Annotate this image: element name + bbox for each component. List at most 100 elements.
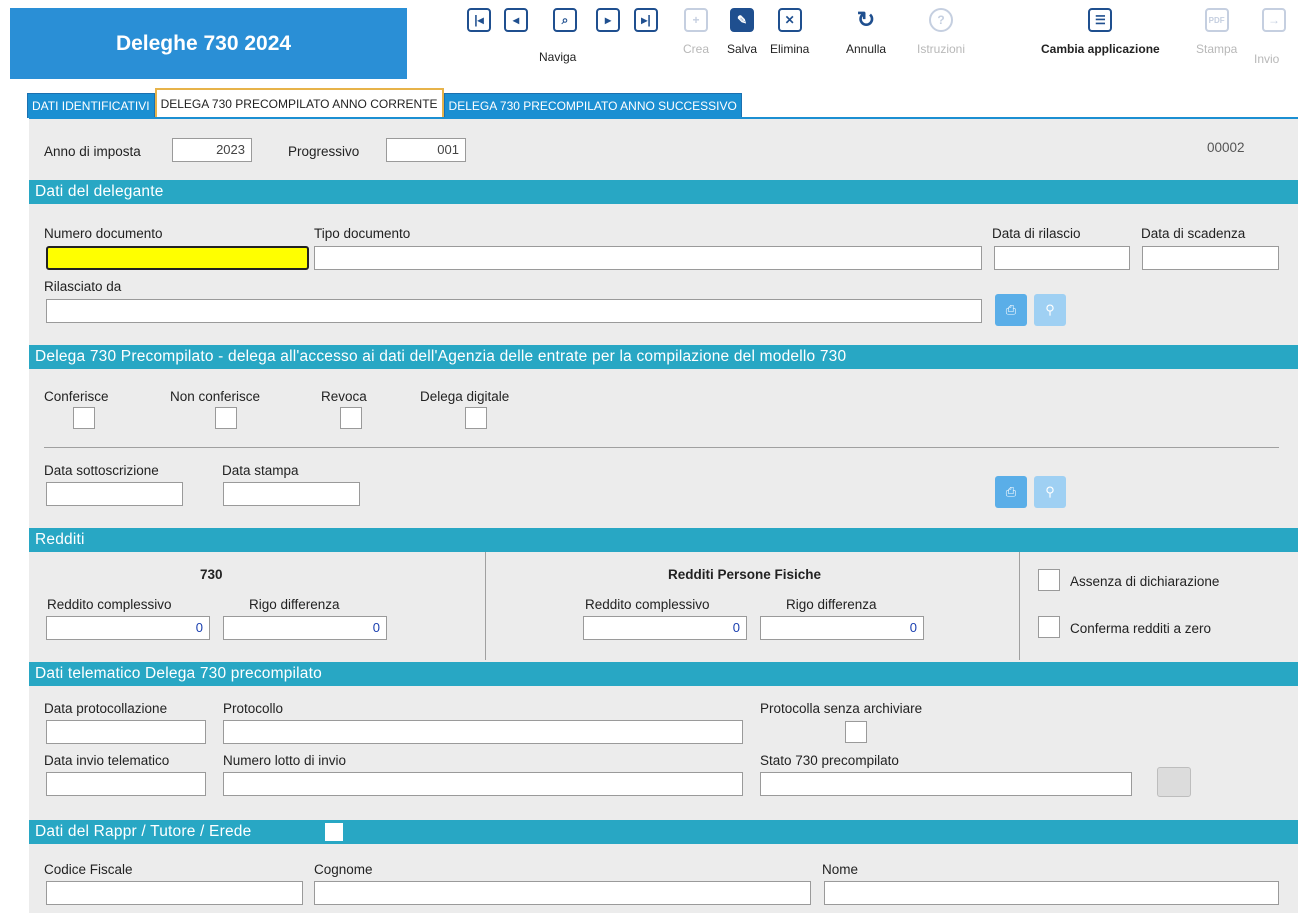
data-scadenza-field[interactable] xyxy=(1142,246,1279,270)
istruzioni-button[interactable]: ? Istruzioni xyxy=(917,8,965,56)
tab-dati-identificativi[interactable]: DATI IDENTIFICATIVI xyxy=(27,93,155,118)
first-record-icon[interactable]: |◂ xyxy=(467,8,491,32)
cognome-label: Cognome xyxy=(314,862,373,877)
form-panel: Anno di imposta 2023 Progressivo 001 000… xyxy=(29,117,1298,913)
save-pencil-icon: ✎ xyxy=(730,8,755,32)
numero-documento-field[interactable] xyxy=(46,246,309,270)
data-scadenza-label: Data di scadenza xyxy=(1141,226,1246,241)
conferma-zero-checkbox[interactable] xyxy=(1038,616,1060,638)
cambia-label: Cambia applicazione xyxy=(1041,42,1160,56)
section-dati-delegante: Dati del delegante xyxy=(29,180,1298,204)
section-telematico: Dati telematico Delega 730 precompilato xyxy=(29,662,1298,686)
rigo-differenza-730-field[interactable]: 0 xyxy=(223,616,387,640)
non-conferisce-label: Non conferisce xyxy=(170,389,261,404)
record-code: 00002 xyxy=(1207,140,1245,155)
nome-field[interactable] xyxy=(824,881,1279,905)
delete-icon: ✕ xyxy=(777,8,802,32)
protocollo-field[interactable] xyxy=(223,720,743,744)
stampa-label: Stampa xyxy=(1196,42,1238,56)
delega-digitale-checkbox[interactable] xyxy=(465,407,487,429)
assenza-checkbox[interactable] xyxy=(1038,569,1060,591)
rappr-checkbox[interactable] xyxy=(325,823,343,841)
rilasciato-da-field[interactable] xyxy=(46,299,982,323)
stato-field[interactable] xyxy=(760,772,1132,796)
print-icon[interactable]: ⎙ xyxy=(995,294,1027,326)
tipo-documento-label: Tipo documento xyxy=(314,226,411,241)
codice-fiscale-label: Codice Fiscale xyxy=(44,862,133,877)
conferma-zero-label: Conferma redditi a zero xyxy=(1070,621,1212,636)
codice-fiscale-field[interactable] xyxy=(46,881,303,905)
reddito-complessivo-730-label: Reddito complessivo xyxy=(47,597,172,612)
cambia-applicazione-button[interactable]: ☰ Cambia applicazione xyxy=(1041,8,1160,56)
section-delega-730: Delega 730 Precompilato - delega all'acc… xyxy=(29,345,1298,369)
section-redditi: Redditi xyxy=(29,528,1298,552)
stampa-button[interactable]: PDF Stampa xyxy=(1196,8,1237,56)
search-record-icon[interactable]: ⌕ xyxy=(553,8,577,32)
data-invio-label: Data invio telematico xyxy=(44,753,170,768)
assenza-label: Assenza di dichiarazione xyxy=(1070,574,1220,589)
data-sottoscrizione-label: Data sottoscrizione xyxy=(44,463,159,478)
progressivo-field[interactable]: 001 xyxy=(386,138,466,162)
anno-field[interactable]: 2023 xyxy=(172,138,252,162)
tipo-documento-field[interactable] xyxy=(314,246,982,270)
data-rilascio-field[interactable] xyxy=(994,246,1130,270)
anno-label: Anno di imposta xyxy=(44,144,141,159)
undo-icon: ↻ xyxy=(854,7,879,32)
previous-record-icon[interactable]: ◂ xyxy=(504,8,528,32)
data-rilascio-label: Data di rilascio xyxy=(992,226,1081,241)
annulla-button[interactable]: ↻ Annulla xyxy=(846,7,887,56)
salva-button[interactable]: ✎ Salva xyxy=(727,8,757,56)
col-730-title: 730 xyxy=(200,567,223,582)
redditi-divider-right xyxy=(1019,552,1020,660)
lookup-icon[interactable]: ⚲ xyxy=(1034,294,1066,326)
app-title: Deleghe 730 2024 xyxy=(10,8,407,79)
protocolla-label: Protocolla senza archiviare xyxy=(760,701,923,716)
reddito-complessivo-730-field[interactable]: 0 xyxy=(46,616,210,640)
reddito-complessivo-rpf-label: Reddito complessivo xyxy=(585,597,710,612)
help-icon: ? xyxy=(929,8,954,32)
print-icon[interactable]: ⎙ xyxy=(995,476,1027,508)
numero-documento-label: Numero documento xyxy=(44,226,163,241)
conferisce-checkbox[interactable] xyxy=(73,407,95,429)
data-protocollazione-label: Data protocollazione xyxy=(44,701,168,716)
lookup-icon[interactable]: ⚲ xyxy=(1034,476,1066,508)
list-icon: ☰ xyxy=(1088,8,1113,32)
stato-button[interactable] xyxy=(1157,767,1191,797)
divider xyxy=(44,447,1279,448)
protocolla-checkbox[interactable] xyxy=(845,721,867,743)
istruzioni-label: Istruzioni xyxy=(917,42,966,56)
delega-digitale-label: Delega digitale xyxy=(420,389,510,404)
data-protocollazione-field[interactable] xyxy=(46,720,206,744)
cognome-field[interactable] xyxy=(314,881,811,905)
numero-lotto-field[interactable] xyxy=(223,772,743,796)
rigo-differenza-rpf-field[interactable]: 0 xyxy=(760,616,924,640)
next-record-icon[interactable]: ▸ xyxy=(596,8,620,32)
pdf-icon: PDF xyxy=(1204,8,1229,32)
section-rappr: Dati del Rappr / Tutore / Erede xyxy=(29,820,1298,844)
elimina-button[interactable]: ✕ Elimina xyxy=(770,8,809,56)
redditi-divider-left xyxy=(485,552,486,660)
data-stampa-label: Data stampa xyxy=(222,463,299,478)
revoca-label: Revoca xyxy=(321,389,367,404)
tab-delega-anno-successivo[interactable]: DELEGA 730 PRECOMPILATO ANNO SUCCESSIVO xyxy=(443,93,742,118)
salva-label: Salva xyxy=(727,42,758,56)
navigation-group: |◂ ◂ ⌕ ▸ ▸| Naviga xyxy=(467,8,663,68)
rilasciato-da-label: Rilasciato da xyxy=(44,279,122,294)
last-record-icon[interactable]: ▸| xyxy=(634,8,658,32)
reddito-complessivo-rpf-field[interactable]: 0 xyxy=(583,616,747,640)
data-sottoscrizione-field[interactable] xyxy=(46,482,183,506)
rappr-title: Dati del Rappr / Tutore / Erede xyxy=(35,823,252,840)
invio-label: Invio xyxy=(1254,52,1280,66)
crea-button[interactable]: + Crea xyxy=(683,8,709,56)
tab-delega-anno-corrente[interactable]: DELEGA 730 PRECOMPILATO ANNO CORRENTE xyxy=(154,88,444,118)
send-icon: → xyxy=(1262,8,1286,32)
create-icon: + xyxy=(684,8,708,32)
data-invio-field[interactable] xyxy=(46,772,206,796)
revoca-checkbox[interactable] xyxy=(340,407,362,429)
elimina-label: Elimina xyxy=(770,42,810,56)
annulla-label: Annulla xyxy=(846,42,887,56)
invio-button[interactable]: → Invio xyxy=(1254,8,1298,72)
data-stampa-field[interactable] xyxy=(223,482,360,506)
non-conferisce-checkbox[interactable] xyxy=(215,407,237,429)
progressivo-label: Progressivo xyxy=(288,144,360,159)
